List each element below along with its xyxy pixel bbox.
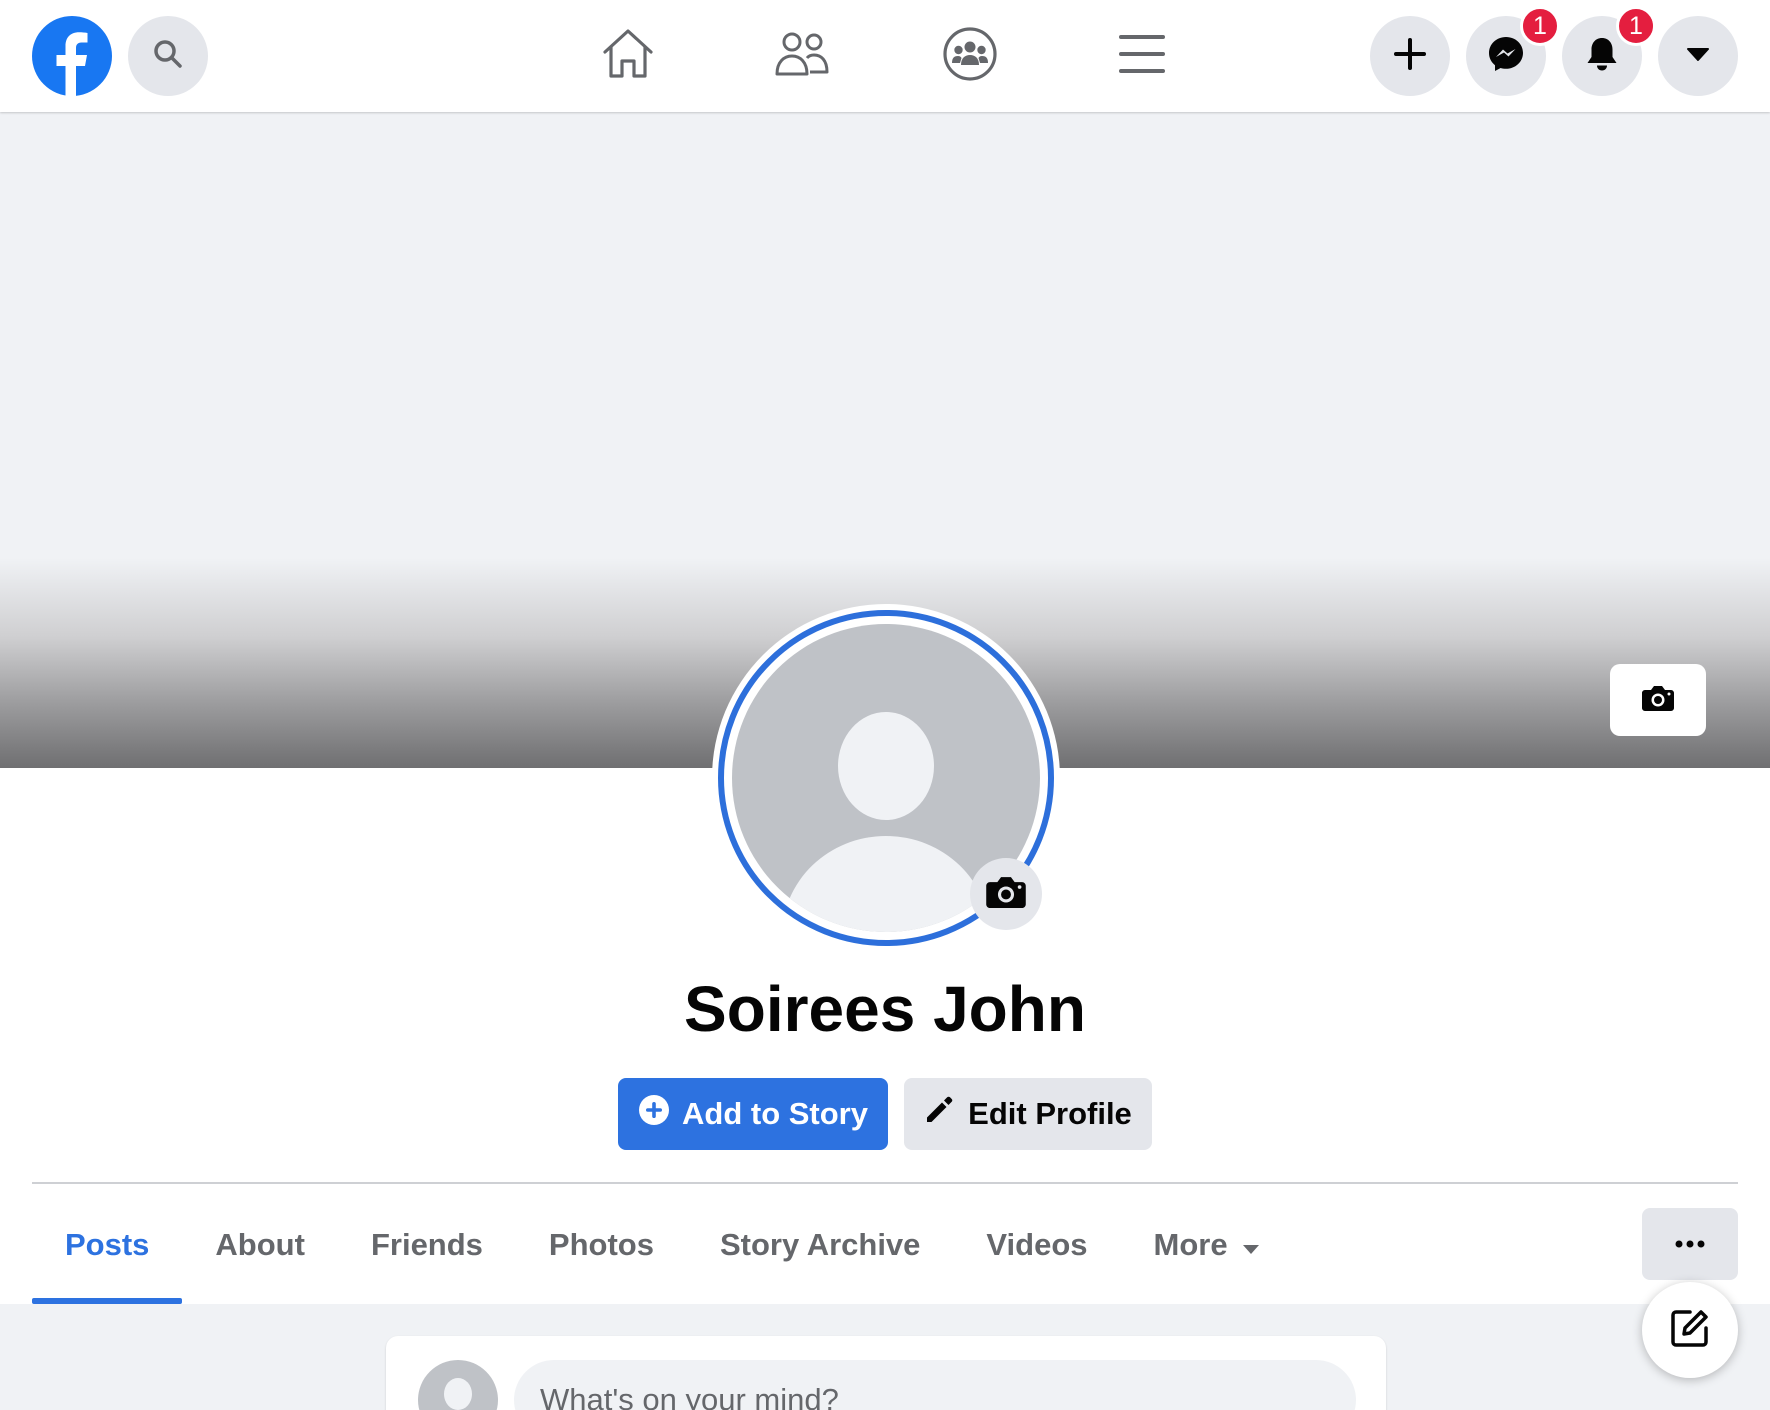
tab-photos[interactable]: Photos	[516, 1186, 687, 1304]
bell-icon	[1585, 36, 1619, 77]
plus-circle-icon	[638, 1094, 670, 1134]
search-button[interactable]	[128, 16, 208, 96]
tab-friends[interactable]: Friends	[338, 1186, 516, 1304]
home-icon	[601, 28, 655, 85]
compose-icon	[1669, 1307, 1711, 1354]
account-menu-button[interactable]	[1658, 16, 1738, 96]
more-icon	[1675, 1235, 1705, 1253]
tab-posts[interactable]: Posts	[32, 1186, 183, 1304]
edit-profile-button[interactable]: Edit Profile	[904, 1078, 1152, 1150]
camera-icon	[1641, 684, 1675, 717]
tab-more[interactable]: More	[1121, 1186, 1293, 1304]
profile-divider	[32, 1182, 1738, 1184]
messenger-icon	[1487, 35, 1525, 78]
notifications-button[interactable]: 1	[1562, 6, 1656, 96]
create-button[interactable]	[1370, 16, 1450, 96]
facebook-logo-icon[interactable]	[32, 16, 112, 96]
tab-videos[interactable]: Videos	[953, 1186, 1120, 1304]
camera-icon	[985, 874, 1027, 915]
profile-tabs: Posts About Friends Photos Story Archive…	[32, 1186, 1293, 1304]
edit-profile-picture-button[interactable]	[970, 858, 1042, 930]
pencil-icon	[924, 1095, 954, 1133]
friends-icon	[774, 30, 830, 83]
add-to-story-label: Add to Story	[682, 1096, 868, 1131]
home-nav-button[interactable]	[596, 24, 660, 88]
menu-icon	[1119, 33, 1165, 80]
caret-down-icon	[1686, 46, 1710, 67]
avatar	[418, 1360, 498, 1410]
top-navigation-bar: 1 1	[0, 0, 1770, 112]
plus-icon	[1393, 37, 1427, 76]
compose-button[interactable]	[1642, 1282, 1738, 1378]
messenger-badge: 1	[1520, 6, 1560, 46]
groups-nav-button[interactable]	[938, 24, 1002, 88]
tab-story-archive[interactable]: Story Archive	[687, 1186, 953, 1304]
menu-nav-button[interactable]	[1110, 24, 1174, 88]
more-options-button[interactable]	[1642, 1208, 1738, 1280]
notifications-badge: 1	[1616, 6, 1656, 46]
groups-icon	[942, 26, 998, 87]
friends-nav-button[interactable]	[770, 24, 834, 88]
messenger-button[interactable]: 1	[1466, 6, 1560, 96]
tab-about[interactable]: About	[182, 1186, 338, 1304]
add-to-story-button[interactable]: Add to Story	[618, 1078, 888, 1150]
profile-name: Soirees John	[684, 973, 1086, 1045]
search-icon	[152, 38, 184, 75]
edit-cover-photo-button[interactable]	[1610, 664, 1706, 736]
caret-down-icon	[1242, 1227, 1260, 1263]
post-composer: What's on your mind?	[386, 1336, 1386, 1410]
whats-on-your-mind-input[interactable]: What's on your mind?	[514, 1360, 1356, 1410]
edit-profile-label: Edit Profile	[968, 1096, 1132, 1131]
